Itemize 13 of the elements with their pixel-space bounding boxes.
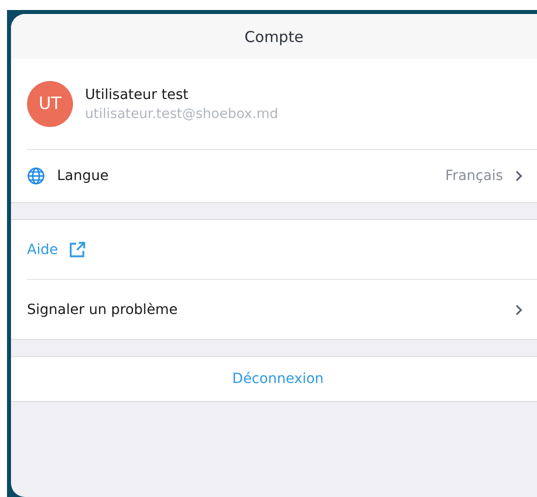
report-problem-label: Signaler un problème: [27, 302, 178, 318]
sheet-title: Compte: [244, 28, 304, 46]
language-label: Langue: [57, 168, 109, 184]
user-name: Utilisateur test: [85, 86, 190, 102]
report-problem-row[interactable]: Signaler un problème: [27, 279, 537, 339]
globe-icon: [27, 167, 45, 185]
chevron-right-icon: [515, 170, 523, 182]
language-row[interactable]: Langue Français: [27, 150, 537, 202]
external-link-icon: [68, 240, 86, 258]
user-email: utilisateur.test@shoebox.md: [85, 106, 278, 122]
avatar: UT: [27, 81, 73, 127]
language-value: Français: [445, 168, 503, 184]
chevron-right-icon: [515, 304, 523, 316]
